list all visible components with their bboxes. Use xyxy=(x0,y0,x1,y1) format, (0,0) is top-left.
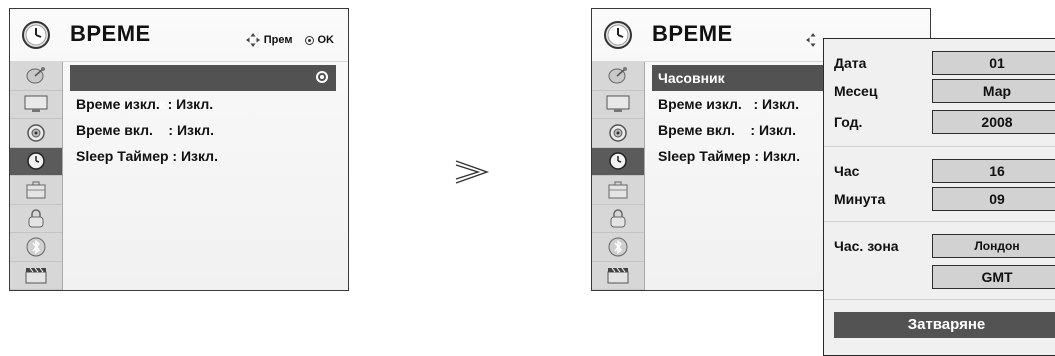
lock-icon[interactable] xyxy=(592,205,644,233)
category-sidebar xyxy=(592,62,645,290)
minute-field[interactable]: 09 xyxy=(932,187,1055,211)
date-field[interactable]: 01 xyxy=(932,51,1055,75)
year-label: Год. xyxy=(834,114,863,130)
clapperboard-icon[interactable] xyxy=(592,262,644,290)
menu-header: ВРЕМЕ Прем OK xyxy=(10,9,348,62)
speaker-icon[interactable] xyxy=(592,119,644,148)
ok-hint-label: OK xyxy=(317,34,335,46)
bluetooth-icon[interactable] xyxy=(592,233,644,262)
page-title: ВРЕМЕ xyxy=(70,21,151,46)
briefcase-icon[interactable] xyxy=(10,176,62,205)
timezone-offset-row: GMT xyxy=(824,265,1055,291)
menu-item-clock[interactable]: Часовник xyxy=(652,65,828,91)
time-settings-list: Часовник Време изкл. : Изкл. Време вкл. … xyxy=(652,65,828,169)
divider xyxy=(824,221,1055,222)
clock-icon xyxy=(592,9,644,61)
close-button[interactable]: Затваряне xyxy=(834,312,1055,338)
timezone-row: Час. зона Лондон xyxy=(824,234,1055,260)
minute-label: Минута xyxy=(834,191,886,207)
month-row: Месец Мар xyxy=(824,79,1055,105)
menu-item-clock[interactable]: Часовник xyxy=(70,65,336,112)
lock-icon[interactable] xyxy=(10,205,62,233)
bluetooth-icon[interactable] xyxy=(10,233,62,262)
hour-field[interactable]: 16 xyxy=(932,159,1055,183)
category-sidebar xyxy=(10,62,63,290)
chevron-right-icon xyxy=(455,160,490,184)
clapperboard-icon[interactable] xyxy=(10,262,62,290)
clock-icon xyxy=(10,9,62,61)
hour-row: Час 16 xyxy=(824,159,1055,185)
menu-item-on-time[interactable]: Време вкл. : Изкл. xyxy=(70,117,336,143)
speaker-icon[interactable] xyxy=(10,119,62,148)
menu-item-on-time[interactable]: Време вкл. : Изкл. xyxy=(652,117,828,143)
year-row: Год. 2008 xyxy=(824,110,1055,136)
clock-icon[interactable] xyxy=(592,147,644,176)
time-settings-list: Часовник Време изкл. : Изкл. Време вкл. … xyxy=(70,65,336,169)
tv-screen-icon[interactable] xyxy=(10,91,62,119)
clock-icon[interactable] xyxy=(10,147,62,176)
hour-label: Час xyxy=(834,163,860,179)
timezone-offset-field[interactable]: GMT xyxy=(932,265,1055,289)
menu-item-sleep-timer[interactable]: Sleep Таймер : Изкл. xyxy=(652,143,828,169)
ok-button-icon xyxy=(304,35,314,45)
month-field[interactable]: Мар xyxy=(932,79,1055,103)
menu-item-off-time[interactable]: Време изкл. : Изкл. xyxy=(70,91,336,117)
divider xyxy=(824,146,1055,147)
satellite-dish-icon[interactable] xyxy=(10,62,62,91)
menu-item-off-time[interactable]: Време изкл. : Изкл. xyxy=(652,91,828,117)
navigation-arrows-icon xyxy=(806,33,816,47)
year-field[interactable]: 2008 xyxy=(932,110,1055,134)
divider xyxy=(824,299,1055,300)
date-label: Дата xyxy=(834,55,867,71)
nav-hint: Прем OK xyxy=(245,33,335,47)
menu-item-sleep-timer[interactable]: Sleep Таймер : Изкл. xyxy=(70,143,336,169)
page-title: ВРЕМЕ xyxy=(652,21,733,46)
month-label: Месец xyxy=(834,83,878,99)
date-row: Дата 01 xyxy=(824,51,1055,77)
timezone-city-field[interactable]: Лондон xyxy=(932,234,1055,258)
tv-screen-icon[interactable] xyxy=(592,91,644,119)
clock-settings-popup: Дата 01 Месец Мар Год. 2008 Час 16 Минут… xyxy=(823,38,1055,356)
radio-selected-icon xyxy=(316,71,328,83)
navigation-arrows-icon xyxy=(245,33,260,47)
time-menu-left: ВРЕМЕ Прем OK Часовник Време изкл.: Изк… xyxy=(9,8,349,291)
satellite-dish-icon[interactable] xyxy=(592,62,644,91)
minute-row: Минута 09 xyxy=(824,187,1055,213)
timezone-label: Час. зона xyxy=(834,238,899,254)
move-hint-label: Прем xyxy=(263,34,293,46)
briefcase-icon[interactable] xyxy=(592,176,644,205)
